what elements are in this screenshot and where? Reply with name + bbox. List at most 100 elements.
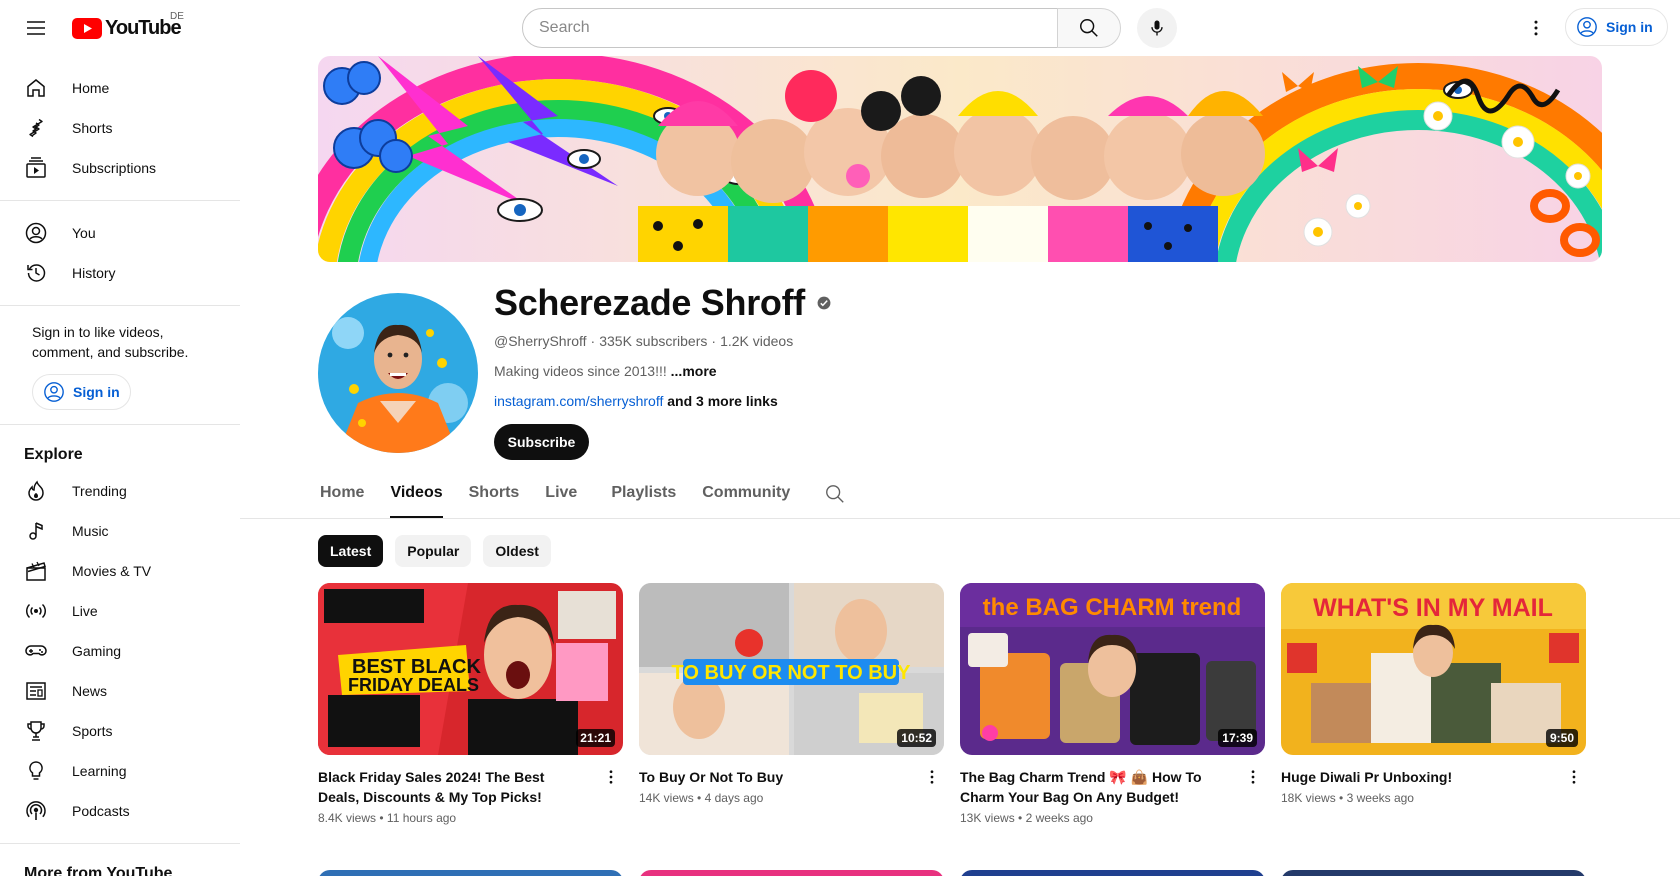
video-menu-button[interactable] [920, 765, 944, 789]
description-text: Making videos since 2013!!! [494, 363, 667, 379]
sidebar-item-label: Gaming [72, 643, 122, 659]
sidebar-item-history[interactable]: History [0, 253, 240, 293]
tab-live[interactable]: Live [545, 470, 577, 518]
gaming-icon [24, 639, 48, 663]
video-duration: 10:52 [897, 729, 936, 747]
video-thumbnail[interactable] [1281, 870, 1586, 876]
channel-banner [318, 56, 1602, 262]
sidebar-item-label: Trending [72, 483, 127, 499]
meta-separator: · [590, 333, 596, 349]
more-links-button[interactable]: and 3 more links [667, 393, 777, 409]
video-thumbnail[interactable]: BEST BLACK FRIDAY DEALS 21:21 [318, 583, 623, 755]
video-title[interactable]: The Bag Charm Trend 🎀 👜 How To Charm You… [960, 767, 1265, 807]
video-grid: BEST BLACK FRIDAY DEALS 21:21 Black Frid… [318, 583, 1586, 825]
video-thumbnail[interactable]: TO BUY OR NOT TO BUY 10:52 [639, 583, 944, 755]
sidebar-item-label: History [72, 265, 116, 281]
sidebar-item-shorts[interactable]: Shorts [0, 108, 240, 148]
sidebar-signin-button[interactable]: Sign in [32, 374, 131, 410]
subscribe-button[interactable]: Subscribe [494, 424, 589, 460]
thumb-headline: the BAG CHARM trend [983, 594, 1242, 621]
sidebar-item-you[interactable]: You [0, 213, 240, 253]
signin-label: Sign in [1606, 19, 1653, 35]
video-thumbnail[interactable]: WHAT'S IN MY MAIL 9:50 [1281, 583, 1586, 755]
instagram-link[interactable]: instagram.com/sherryshroff [494, 393, 663, 409]
video-meta: 13K views • 2 weeks ago [960, 811, 1265, 825]
video-title[interactable]: Huge Diwali Pr Unboxing! [1281, 767, 1586, 787]
sidebar-item-label: Sports [72, 723, 113, 739]
signin-button[interactable]: Sign in [1565, 8, 1668, 46]
youtube-logo[interactable]: YouTube [72, 15, 182, 41]
chip-oldest[interactable]: Oldest [483, 535, 551, 567]
tabs-divider [240, 518, 1680, 519]
sidebar: Home Shorts Subscriptions You History Si… [0, 56, 240, 876]
channel-description[interactable]: Making videos since 2013!!! ...more [494, 363, 717, 379]
thumb-headline: TO BUY OR NOT TO BUY [672, 662, 912, 684]
settings-more-button[interactable] [1520, 12, 1552, 44]
learning-icon [24, 759, 48, 783]
video-age: 11 hours ago [386, 811, 457, 825]
video-count: 1.2K videos [720, 333, 794, 349]
video-title[interactable]: Black Friday Sales 2024! The Best Deals,… [318, 767, 623, 807]
sidebar-item-gaming[interactable]: Gaming [0, 631, 240, 671]
subscriptions-icon [24, 156, 48, 180]
channel-tabs: Home Videos Shorts Live Playlists Commun… [320, 470, 846, 518]
sidebar-item-learning[interactable]: Learning [0, 751, 240, 791]
menu-icon[interactable] [20, 12, 52, 44]
video-meta: 18K views • 3 weeks ago [1281, 791, 1586, 805]
video-title[interactable]: To Buy Or Not To Buy [639, 767, 944, 787]
description-more-link[interactable]: ...more [671, 363, 717, 379]
meta-separator: • [1018, 811, 1026, 825]
sidebar-item-movies[interactable]: Movies & TV [0, 551, 240, 591]
video-card: WHAT'S IN MY MAIL 9:50 Huge Diwali Pr Un… [1281, 583, 1586, 825]
video-menu-button[interactable] [599, 765, 623, 789]
tab-playlists[interactable]: Playlists [611, 470, 676, 518]
search-button[interactable] [1057, 8, 1121, 48]
video-meta: 14K views • 4 days ago [639, 791, 944, 805]
sidebar-divider [0, 424, 240, 425]
thumb-headline-2: FRIDAY DEALS [348, 675, 479, 695]
sidebar-item-trending[interactable]: Trending [0, 471, 240, 511]
sidebar-item-label: You [72, 225, 96, 241]
video-menu-button[interactable] [1241, 765, 1265, 789]
sidebar-item-label: Movies & TV [72, 563, 152, 579]
video-menu-button[interactable] [1562, 765, 1586, 789]
tab-shorts[interactable]: Shorts [469, 470, 520, 518]
podcasts-icon [24, 799, 48, 823]
video-meta: 8.4K views • 11 hours ago [318, 811, 623, 825]
tab-home[interactable]: Home [320, 470, 364, 518]
more-vertical-icon [1534, 20, 1538, 36]
sidebar-item-sports[interactable]: Sports [0, 711, 240, 751]
search-icon [1080, 19, 1098, 37]
video-thumbnail[interactable] [318, 870, 623, 876]
channel-search-button[interactable] [824, 470, 846, 518]
video-age: 2 weeks ago [1025, 811, 1093, 825]
video-thumbnail[interactable] [960, 870, 1265, 876]
chip-popular[interactable]: Popular [395, 535, 472, 567]
channel-handle: @SherryShroff [494, 333, 587, 349]
tab-videos[interactable]: Videos [390, 470, 443, 518]
sidebar-item-subscriptions[interactable]: Subscriptions [0, 148, 240, 188]
search-box[interactable] [522, 8, 1058, 48]
voice-search-button[interactable] [1137, 8, 1177, 48]
tab-community[interactable]: Community [702, 470, 790, 518]
search-input[interactable] [539, 19, 1057, 37]
sidebar-divider [0, 305, 240, 306]
sidebar-item-label: Learning [72, 763, 127, 779]
sidebar-item-podcasts[interactable]: Podcasts [0, 791, 240, 831]
more-vertical-icon [1572, 770, 1576, 784]
video-duration: 9:50 [1545, 729, 1578, 747]
chip-latest[interactable]: Latest [318, 535, 384, 567]
sidebar-item-news[interactable]: News [0, 671, 240, 711]
search-icon [826, 485, 844, 503]
video-thumbnail[interactable] [639, 870, 944, 876]
sidebar-item-music[interactable]: Music [0, 511, 240, 551]
meta-separator: • [697, 791, 705, 805]
channel-avatar[interactable] [318, 293, 478, 453]
video-thumbnail[interactable]: the BAG CHARM trend 17:39 [960, 583, 1265, 755]
sidebar-item-label: News [72, 683, 108, 699]
microphone-icon [1151, 20, 1163, 36]
sidebar-item-live[interactable]: Live [0, 591, 240, 631]
sidebar-item-home[interactable]: Home [0, 68, 240, 108]
channel-links: instagram.com/sherryshroff and 3 more li… [494, 393, 778, 409]
more-vertical-icon [609, 770, 613, 784]
